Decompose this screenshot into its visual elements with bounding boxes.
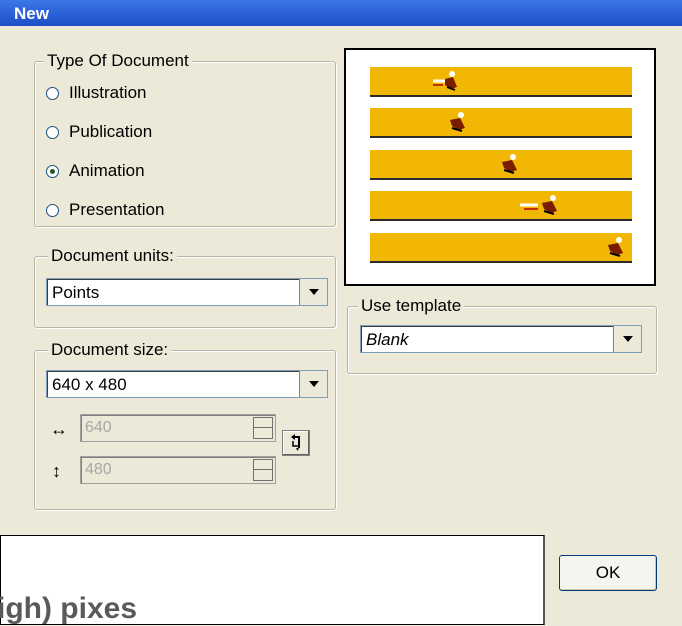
radio-animation-label: Animation	[69, 161, 145, 180]
height-spinner[interactable]: 480	[80, 456, 276, 484]
template-value: Blank	[366, 330, 409, 349]
radio-illustration[interactable]: Illustration	[46, 82, 146, 104]
tooltip-popup: igh) pixes	[0, 535, 545, 625]
document-units-legend: Document units:	[48, 246, 177, 266]
radio-presentation[interactable]: Presentation	[46, 199, 164, 221]
radio-illustration-button[interactable]	[46, 86, 59, 100]
ok-button[interactable]: OK	[559, 555, 657, 591]
width-spinner[interactable]: 640	[80, 414, 276, 442]
type-of-document-legend: Type Of Document	[44, 51, 192, 71]
use-template-legend: Use template	[358, 296, 465, 316]
preview-strip-5	[370, 233, 632, 263]
radio-presentation-button[interactable]	[46, 203, 59, 217]
vertical-arrows-icon: ↕	[52, 461, 61, 481]
document-size-dropdown-button[interactable]	[299, 371, 327, 397]
height-spinner-buttons[interactable]	[253, 459, 273, 481]
radio-illustration-label: Illustration	[69, 83, 147, 102]
width-spinner-buttons[interactable]	[253, 417, 273, 439]
chevron-down-icon	[308, 289, 319, 295]
template-select[interactable]: Blank	[360, 325, 642, 353]
tooltip-text: igh) pixes	[0, 592, 138, 625]
chevron-down-icon	[622, 336, 633, 342]
runner-figure-icon	[450, 112, 465, 132]
template-preview	[344, 48, 656, 286]
runner-figure-icon	[608, 237, 623, 257]
radio-publication[interactable]: Publication	[46, 121, 152, 143]
runner-figure-icon	[502, 154, 517, 174]
preview-strip-3	[370, 150, 632, 180]
document-size-select[interactable]: 640 x 480	[46, 370, 328, 398]
document-units-select[interactable]: Points	[46, 278, 328, 306]
preview-strip-2	[370, 108, 632, 138]
horizontal-arrows-icon: ↔	[50, 419, 68, 439]
width-value: 640	[85, 419, 112, 436]
height-value: 480	[85, 461, 112, 478]
swap-orientation-button[interactable]	[282, 430, 310, 456]
radio-publication-label: Publication	[69, 122, 153, 141]
document-units-dropdown-button[interactable]	[299, 279, 327, 305]
document-units-value: Points	[52, 283, 100, 302]
runner-figure-icon	[432, 71, 457, 91]
template-dropdown-button[interactable]	[613, 326, 641, 352]
title-bar: New	[0, 0, 682, 26]
window-title: New	[14, 4, 49, 23]
runner-figure-icon	[520, 195, 557, 215]
preview-strip-1	[370, 67, 632, 97]
preview-strip-4	[370, 191, 632, 221]
radio-presentation-label: Presentation	[69, 200, 165, 219]
radio-animation-button[interactable]	[46, 164, 59, 178]
chevron-down-icon	[308, 381, 319, 387]
document-size-value: 640 x 480	[52, 375, 127, 394]
swap-orientation-icon	[291, 434, 300, 451]
radio-animation[interactable]: Animation	[46, 160, 145, 182]
document-size-legend: Document size:	[48, 340, 172, 360]
radio-publication-button[interactable]	[46, 125, 59, 139]
